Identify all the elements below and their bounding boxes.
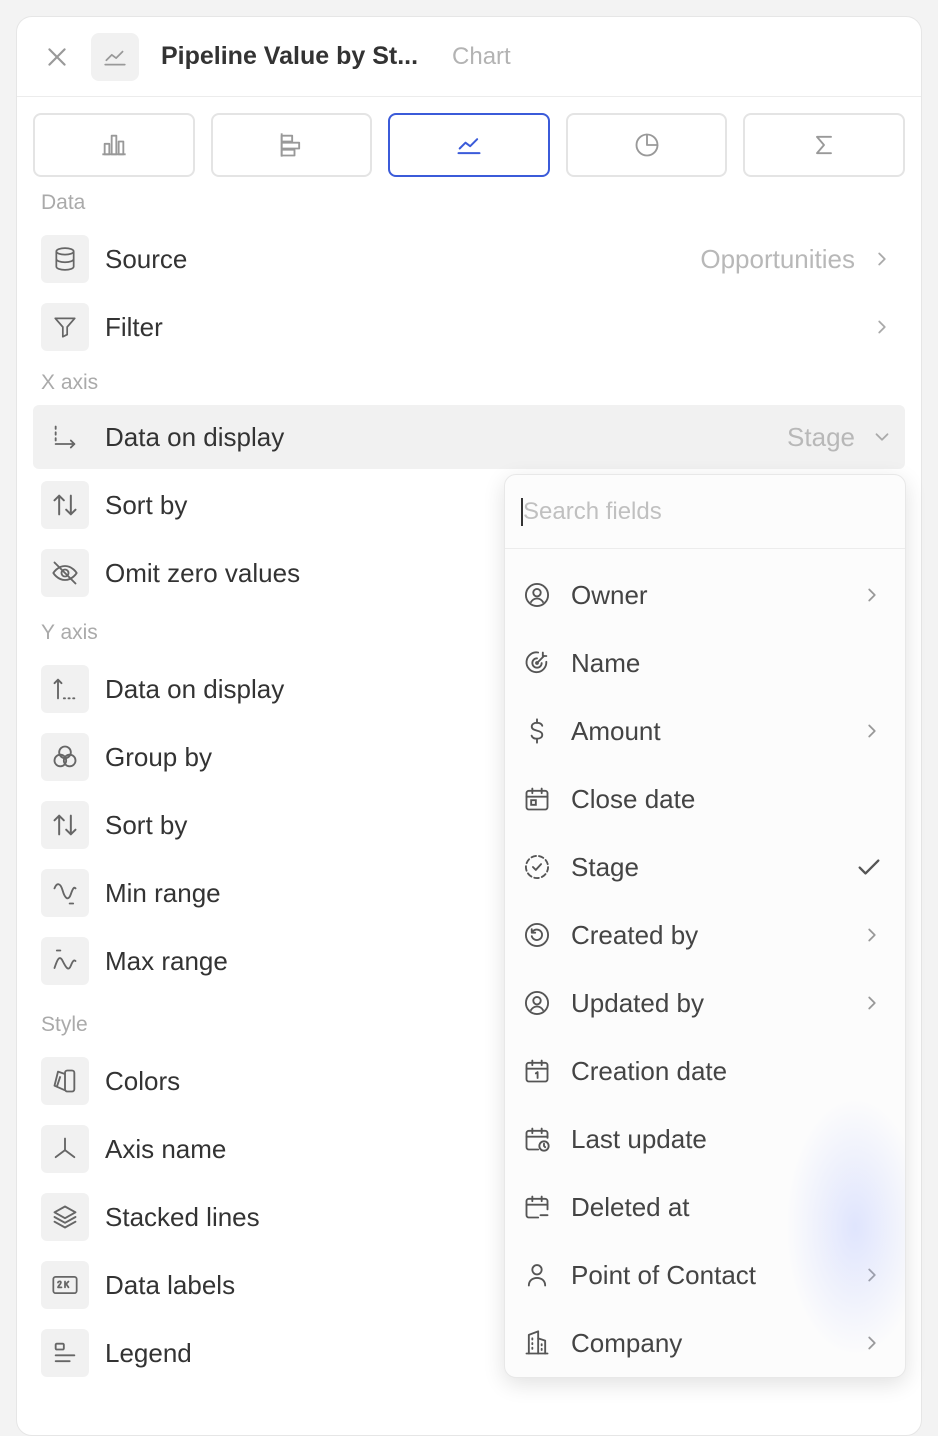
- field-item-updated-by[interactable]: Updated by: [505, 969, 905, 1037]
- calendar-icon: [525, 787, 549, 811]
- search-input[interactable]: [521, 497, 905, 526]
- field-item-stage[interactable]: Stage: [505, 833, 905, 901]
- line-chart-button[interactable]: [388, 113, 550, 177]
- filter-row[interactable]: Filter: [17, 293, 921, 361]
- wave-min-icon: [53, 883, 77, 905]
- history-icon: [524, 922, 550, 948]
- search-bar: [505, 475, 905, 549]
- axis-x-icon: [54, 425, 76, 449]
- filter-label: Filter: [105, 311, 163, 342]
- field-item-close-date[interactable]: Close date: [505, 765, 905, 833]
- bar-chart-button[interactable]: [33, 113, 195, 177]
- field-item-owner[interactable]: Owner: [505, 561, 905, 629]
- filter-icon: [54, 317, 76, 338]
- calendar-1-icon: [525, 1059, 549, 1083]
- chevron-right-icon: [868, 1268, 876, 1282]
- field-item-point-of-contact[interactable]: Point of Contact: [505, 1241, 905, 1309]
- calendar-minus-icon: [525, 1195, 549, 1219]
- chevron-right-icon: [868, 588, 876, 602]
- x-axis-data-label: Data on display: [105, 421, 285, 452]
- user-icon: [527, 1264, 547, 1287]
- eye-off-icon: [52, 561, 78, 585]
- close-button[interactable]: [39, 39, 75, 75]
- chart-type-badge: [91, 32, 139, 81]
- section-label-data: Data: [41, 191, 86, 214]
- pie-chart-button[interactable]: [565, 113, 728, 177]
- field-list: Owner Name Amount Close date Stage Creat…: [505, 549, 905, 1377]
- line-chart-icon: [457, 138, 481, 155]
- field-item-last-update[interactable]: Last update: [505, 1105, 905, 1173]
- circles-group-icon: [53, 745, 77, 768]
- close-icon: [48, 47, 66, 66]
- page-subtitle: Chart: [452, 42, 511, 70]
- sort-arrows-icon: [53, 814, 77, 836]
- field-item-deleted-at[interactable]: Deleted at: [505, 1173, 905, 1241]
- chevron-down-icon: [875, 433, 889, 441]
- layers-icon: [53, 1205, 77, 1229]
- source-label: Source: [105, 243, 188, 274]
- aggregate-button[interactable]: [743, 113, 905, 177]
- chevron-right-icon: [868, 996, 876, 1010]
- building-icon: [525, 1330, 549, 1355]
- progress-check-icon: [524, 854, 550, 880]
- field-item-amount[interactable]: Amount: [505, 697, 905, 765]
- chevron-right-icon: [868, 724, 876, 738]
- pie-chart-icon: [635, 133, 659, 157]
- panel-header: Pipeline Value by St... Chart: [17, 17, 921, 97]
- check-icon: [858, 859, 880, 875]
- field-item-name[interactable]: Name: [505, 629, 905, 697]
- user-circle-icon: [524, 990, 550, 1016]
- source-value: Opportunities: [700, 243, 855, 274]
- page-title: Pipeline Value by St...: [161, 42, 419, 70]
- bar-chart-icon: [102, 134, 126, 156]
- x-axis-data-value: Stage: [787, 421, 855, 452]
- target-icon: [525, 651, 548, 674]
- chevron-right-icon: [878, 320, 886, 334]
- field-item-company[interactable]: Company: [505, 1309, 905, 1377]
- line-chart-icon: [104, 50, 126, 65]
- field-picker-dropdown: Owner Name Amount Close date Stage Crea: [504, 474, 906, 1378]
- axis-3d-icon: [54, 1137, 76, 1159]
- field-item-created-by[interactable]: Created by: [505, 901, 905, 969]
- horizontal-bar-chart-button[interactable]: [210, 113, 373, 177]
- user-circle-icon: [524, 582, 550, 608]
- source-row[interactable]: Source Opportunities: [17, 225, 921, 293]
- chevron-right-icon: [868, 928, 876, 942]
- legend-icon: [54, 1342, 76, 1363]
- number-label-icon: [52, 1275, 78, 1295]
- swatch-icon: [53, 1069, 76, 1093]
- wave-max-icon: [53, 949, 77, 970]
- dollar-icon: [530, 718, 544, 744]
- horizontal-bar-chart-icon: [281, 133, 301, 157]
- calendar-clock-icon: [525, 1127, 550, 1152]
- field-item-creation-date[interactable]: Creation date: [505, 1037, 905, 1105]
- axis-y-icon: [53, 678, 76, 700]
- sigma-icon: [816, 135, 833, 155]
- chevron-right-icon: [878, 252, 886, 266]
- chevron-right-icon: [868, 1336, 876, 1350]
- chart-type-selector: [17, 97, 921, 177]
- section-label-x-axis: X axis: [41, 371, 99, 394]
- sort-arrows-icon: [53, 494, 77, 516]
- x-axis-data-on-display-row[interactable]: Data on display Stage: [33, 405, 905, 469]
- database-icon: [55, 247, 75, 271]
